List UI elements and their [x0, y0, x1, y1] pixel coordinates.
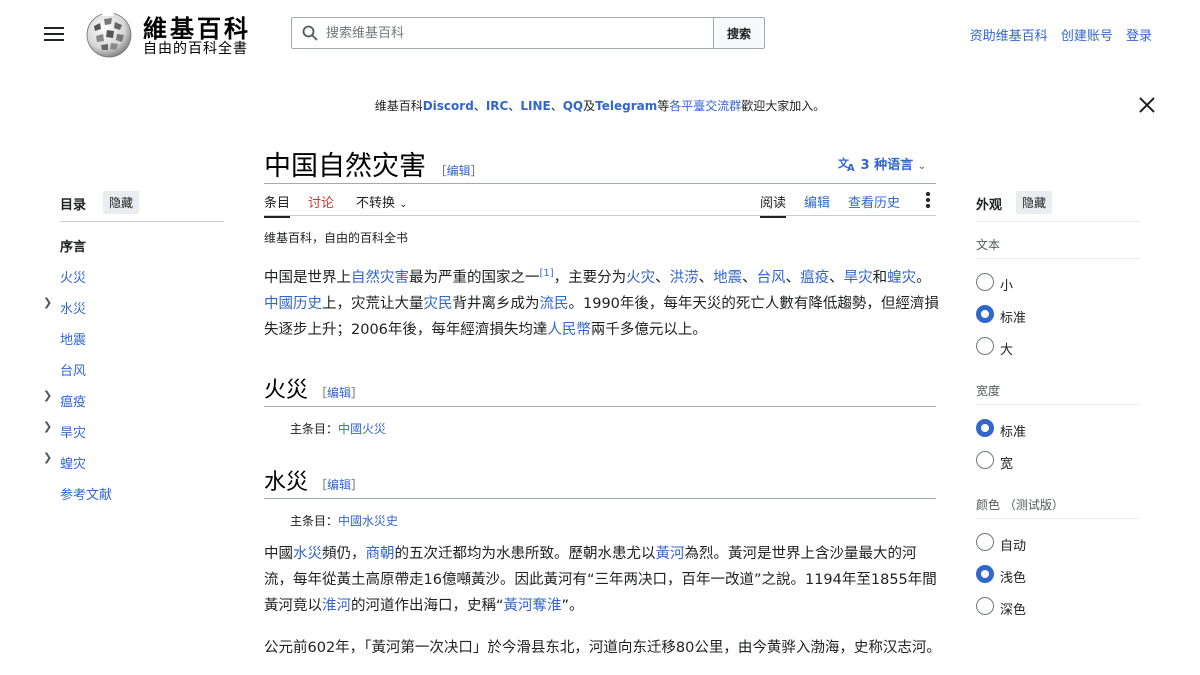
toc-item-intro[interactable]: 序言: [60, 236, 86, 255]
color-light-radio[interactable]: [976, 565, 994, 583]
line-link[interactable]: LINE: [520, 99, 550, 113]
wikipedia-globe-icon[interactable]: [84, 10, 134, 58]
title-edit-link: ［编辑］: [434, 164, 483, 178]
toc-item-references[interactable]: 参考文献: [60, 484, 112, 503]
qq-link[interactable]: QQ: [563, 99, 583, 113]
tab-talk[interactable]: 讨论: [308, 192, 334, 211]
toc-item-fire[interactable]: 火災: [60, 267, 86, 286]
radio-label: 大: [1000, 343, 1014, 358]
color-label: 颜色 （测试版）: [976, 498, 1064, 512]
language-icon: 文 A: [838, 156, 855, 174]
page-title: 中国自然灾害 ［编辑］: [264, 151, 483, 182]
text-size-label: 文本: [976, 238, 1001, 252]
width-standard-radio[interactable]: [976, 419, 994, 437]
radio-label: 标准: [1000, 311, 1027, 326]
hatnote: 主条目：中國火災: [290, 422, 387, 436]
chevron-down-icon: ⌄: [399, 199, 408, 210]
tab-edit[interactable]: 编辑: [804, 192, 830, 211]
title-divider: [264, 183, 936, 184]
toc-item-typhoon[interactable]: 台风: [60, 360, 86, 379]
appearance-title: 外观: [976, 198, 1003, 213]
color-dark-radio[interactable]: [976, 597, 994, 615]
language-button[interactable]: 文 A 3 种语言 ⌄: [838, 154, 927, 174]
irc-link[interactable]: IRC: [486, 99, 509, 113]
donate-link[interactable]: 资助维基百科: [970, 29, 1048, 44]
section-heading-fire: 火災 ［编辑］: [264, 378, 364, 403]
search-icon: [302, 25, 318, 41]
close-icon[interactable]: [1138, 96, 1156, 114]
login-link[interactable]: 登录: [1126, 29, 1152, 44]
radio-label: 小: [1000, 279, 1014, 294]
main-menu-button[interactable]: [44, 24, 64, 42]
svg-text:A: A: [847, 163, 855, 172]
telegram-link[interactable]: Telegram: [595, 99, 657, 113]
site-tagline: 维基百科，自由的百科全书: [264, 231, 409, 245]
flood-paragraph-2: 公元前602年，「黃河第一次决口」於今滑县东北，河道向东迁移80公里，由今黄骅入…: [264, 640, 941, 656]
color-auto-radio[interactable]: [976, 533, 994, 551]
toc-item-drought[interactable]: 旱灾: [60, 422, 86, 441]
toc-item-earthquake[interactable]: 地震: [60, 329, 86, 348]
appearance-hide-button[interactable]: 隐藏: [1016, 191, 1053, 214]
section-heading-flood: 水災 ［编辑］: [264, 470, 364, 495]
text-size-standard-radio[interactable]: [976, 305, 994, 323]
toc-divider: [60, 221, 224, 222]
appearance-divider: [976, 258, 1140, 259]
chevron-right-icon[interactable]: ❯: [43, 296, 52, 309]
radio-label: 深色: [1000, 603, 1027, 618]
section-edit-link: ［编辑］: [315, 386, 364, 400]
appearance-divider: [976, 221, 1140, 222]
chevron-right-icon[interactable]: ❯: [43, 420, 52, 433]
width-wide-radio[interactable]: [976, 451, 994, 469]
text-size-large-radio[interactable]: [976, 337, 994, 355]
radio-label: 浅色: [1000, 571, 1027, 586]
chevron-right-icon[interactable]: ❯: [43, 451, 52, 464]
text-size-small-radio[interactable]: [976, 273, 994, 291]
appearance-divider: [976, 518, 1140, 519]
width-label: 宽度: [976, 384, 1001, 398]
radio-label: 标准: [1000, 425, 1027, 440]
section-divider: [264, 498, 936, 499]
toc-hide-button[interactable]: 隐藏: [103, 191, 140, 214]
logo-subtitle: 自由的百科全書: [143, 41, 248, 57]
search-button[interactable]: 搜索: [713, 17, 765, 49]
section-edit-link: ［编辑］: [315, 478, 364, 492]
user-links: 资助维基百科 创建账号 登录: [961, 25, 1152, 44]
site-notice-banner: 维基百科Discord、IRC、LINE、QQ及Telegram等各平臺交流群歡…: [374, 99, 826, 113]
create-account-link[interactable]: 创建账号: [1061, 29, 1113, 44]
community-groups-link[interactable]: 各平臺交流群: [669, 99, 741, 113]
toc-title: 目录: [60, 198, 87, 213]
tabs-divider: [264, 215, 936, 216]
more-actions-icon[interactable]: [925, 190, 931, 210]
appearance-divider: [976, 404, 1140, 405]
reference-link[interactable]: [1]: [540, 268, 554, 279]
section-divider: [264, 406, 936, 407]
intro-paragraph: 中国是世界上自然灾害最为严重的国家之一[1]，主要分为火灾、洪涝、地震、台风、瘟…: [264, 268, 939, 338]
toc-item-plague[interactable]: 瘟疫: [60, 391, 86, 410]
toc-item-flood[interactable]: 水災: [60, 298, 86, 317]
chevron-right-icon[interactable]: ❯: [43, 389, 52, 402]
flood-paragraph: 中國水災頻仍，商朝的五次迁都均为水患所致。歷朝水患尤以黃河為烈。黃河是世界上含沙…: [264, 546, 937, 614]
radio-label: 宽: [1000, 457, 1014, 472]
search-box[interactable]: [291, 17, 714, 49]
radio-label: 自动: [1000, 539, 1027, 554]
toc-item-locust[interactable]: 蝗灾: [60, 453, 86, 472]
hatnote: 主条目：中國水災史: [290, 514, 399, 528]
search-input[interactable]: [326, 18, 706, 48]
variant-dropdown[interactable]: 不转换 ⌄: [356, 192, 408, 211]
tab-history[interactable]: 查看历史: [848, 192, 900, 211]
chevron-down-icon: ⌄: [917, 161, 927, 172]
discord-link[interactable]: Discord: [423, 99, 474, 113]
